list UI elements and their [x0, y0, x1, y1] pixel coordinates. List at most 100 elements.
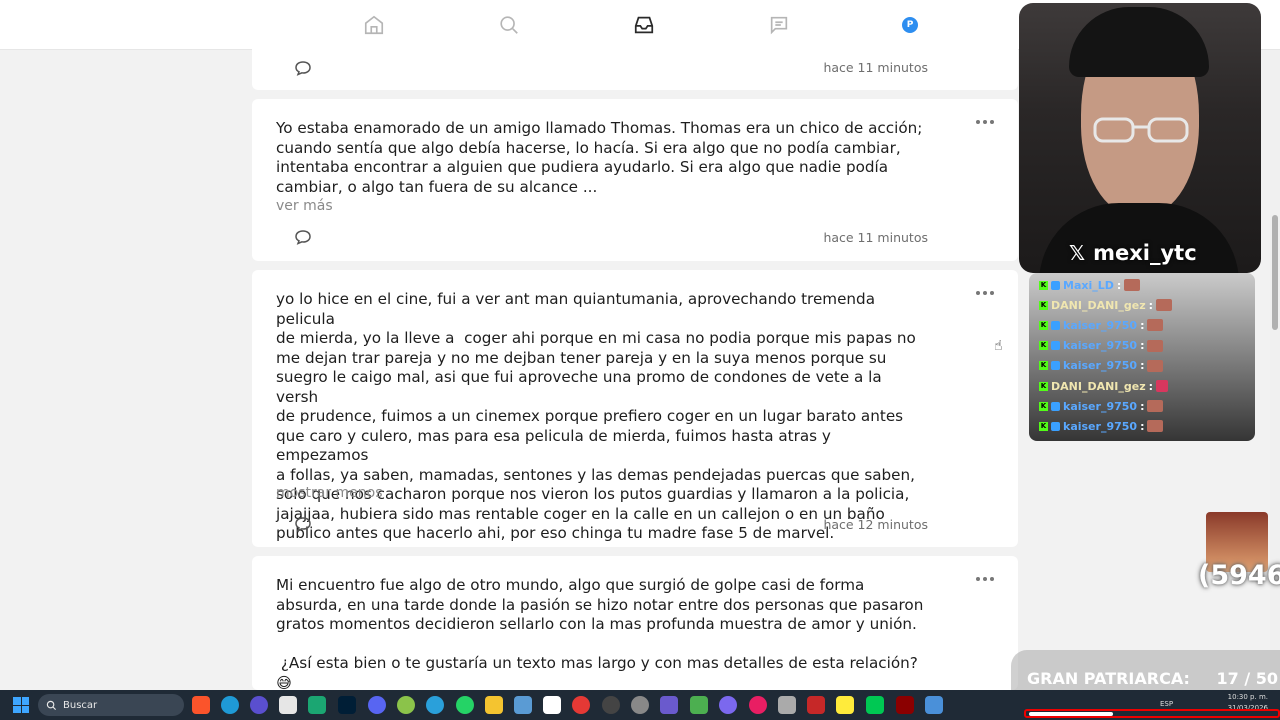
kick-badge-icon: K: [1039, 381, 1048, 391]
chat-separator: :: [1148, 298, 1154, 312]
obs-icon[interactable]: [602, 696, 620, 714]
emote-icon: [1147, 319, 1164, 332]
post-text: yo lo hice en el cine, fui a ver ant man…: [276, 290, 916, 542]
app-icon[interactable]: [631, 696, 649, 714]
post-card: hace 11 minutos: [252, 40, 1018, 90]
vivaldi-icon[interactable]: [250, 696, 268, 714]
chat-username: kaiser_9750: [1063, 419, 1138, 433]
post-text: Yo estaba enamorado de un amigo llamado …: [276, 119, 923, 196]
search-icon[interactable]: [497, 13, 521, 37]
app-icon[interactable]: [749, 696, 767, 714]
app-icon[interactable]: [308, 696, 326, 714]
page-scrollbar[interactable]: [1270, 50, 1280, 690]
emote-icon: [1147, 359, 1164, 372]
see-more-link[interactable]: ver más: [276, 198, 333, 214]
sub-badge-icon: [1051, 421, 1060, 431]
chat-username: DANI_DANI_gez: [1051, 379, 1146, 393]
app-icon[interactable]: [778, 696, 796, 714]
app-icon[interactable]: [896, 696, 914, 714]
goal-panel: GRAN PATRIARCA: 17 / 50: [1011, 650, 1280, 690]
app-icon[interactable]: [660, 696, 678, 714]
kick-badge-icon: K: [1039, 300, 1048, 310]
telegram-icon[interactable]: [426, 696, 444, 714]
terminal-icon[interactable]: [279, 696, 297, 714]
profile-avatar[interactable]: P: [902, 17, 918, 33]
streamer-cap: [1069, 7, 1209, 77]
chat-username: kaiser_9750: [1063, 339, 1138, 353]
app-icon[interactable]: [719, 696, 737, 714]
whatsapp-icon[interactable]: [456, 696, 474, 714]
kick-badge-icon: K: [1039, 341, 1048, 351]
goal-label: GRAN PATRIARCA:: [1027, 669, 1190, 688]
search-placeholder: Buscar: [63, 699, 98, 711]
chat-message: Kkaiser_9750:: [1029, 356, 1255, 376]
kick-badge-icon: K: [1039, 280, 1048, 290]
chat-message: K DANI_DANI_gez:: [1029, 376, 1255, 396]
more-options-icon[interactable]: [976, 118, 996, 126]
brave-browser-icon[interactable]: [192, 696, 210, 714]
messages-icon[interactable]: [767, 13, 791, 37]
goal-progress-bar: [1024, 709, 1280, 718]
app-icon[interactable]: [925, 696, 943, 714]
chat-username: kaiser_9750: [1063, 399, 1138, 413]
app-icon[interactable]: [397, 696, 415, 714]
app-icon[interactable]: [514, 696, 532, 714]
kick-badge-icon: K: [1039, 401, 1048, 411]
chat-separator: :: [1140, 339, 1145, 353]
photoshop-icon[interactable]: [338, 696, 356, 714]
app-icon[interactable]: [690, 696, 708, 714]
app-icon[interactable]: [866, 696, 884, 714]
app-icon[interactable]: [807, 696, 825, 714]
sticky-notes-icon[interactable]: [836, 696, 854, 714]
capcut-icon[interactable]: [543, 696, 561, 714]
comment-icon[interactable]: [294, 516, 312, 532]
webcam-overlay: 𝕏 mexi_ytc: [1019, 3, 1261, 273]
post-timestamp: hace 12 minutos: [823, 517, 928, 532]
post-card: Mi encuentro fue algo de otro mundo, alg…: [252, 556, 1018, 690]
post-text: Mi encuentro fue algo de otro mundo, alg…: [276, 576, 924, 690]
inbox-icon[interactable]: [632, 13, 656, 37]
chat-message: Kkaiser_9750:: [1029, 416, 1255, 436]
sub-badge-icon: [1051, 361, 1060, 371]
discord-icon[interactable]: [368, 696, 386, 714]
taskbar-search[interactable]: Buscar: [38, 694, 184, 716]
more-options-icon[interactable]: [976, 289, 996, 297]
windows-start-icon[interactable]: [13, 697, 29, 713]
chat-username: Maxi_LD: [1063, 278, 1114, 292]
post-card: yo lo hice en el cine, fui a ver ant man…: [252, 270, 1018, 547]
search-icon: [46, 700, 57, 710]
show-less-link[interactable]: mostrar menos: [276, 485, 383, 501]
home-icon[interactable]: [362, 13, 386, 37]
chat-message: Kkaiser_9750:: [1029, 336, 1255, 356]
chat-username: kaiser_9750: [1063, 318, 1138, 332]
sub-badge-icon: [1051, 320, 1060, 330]
scrollbar-thumb[interactable]: [1272, 215, 1278, 330]
emote-icon: [1147, 339, 1164, 352]
language-indicator[interactable]: ESP: [1160, 700, 1173, 708]
emote-icon: [1124, 279, 1141, 292]
kick-badge-icon: K: [1039, 421, 1048, 431]
chat-separator: :: [1140, 359, 1145, 373]
alert-counter: (5946: [1198, 560, 1280, 591]
sub-badge-icon: [1051, 280, 1060, 290]
kick-badge-icon: K: [1039, 320, 1048, 330]
comment-icon[interactable]: [294, 60, 312, 76]
streamer-handle: 𝕏 mexi_ytc: [1069, 241, 1197, 265]
comment-icon[interactable]: [294, 229, 312, 245]
goal-count: 17 / 50: [1216, 669, 1278, 688]
x-logo-icon: 𝕏: [1069, 241, 1086, 265]
edge-browser-icon[interactable]: [221, 696, 239, 714]
glasses-shape: [1093, 117, 1189, 143]
chat-separator: :: [1140, 419, 1145, 433]
emote-icon: [1147, 400, 1164, 413]
post-timestamp: hace 11 minutos: [823, 230, 928, 245]
chat-separator: :: [1116, 278, 1122, 292]
chat-separator: :: [1140, 399, 1145, 413]
emote-icon: [1156, 299, 1173, 312]
chat-message: Kkaiser_9750:: [1029, 396, 1255, 416]
app-icon[interactable]: [572, 696, 590, 714]
file-explorer-icon[interactable]: [485, 696, 503, 714]
chat-message: K DANI_DANI_gez:: [1029, 295, 1255, 315]
chat-separator: :: [1140, 318, 1145, 332]
more-options-icon[interactable]: [976, 575, 996, 583]
